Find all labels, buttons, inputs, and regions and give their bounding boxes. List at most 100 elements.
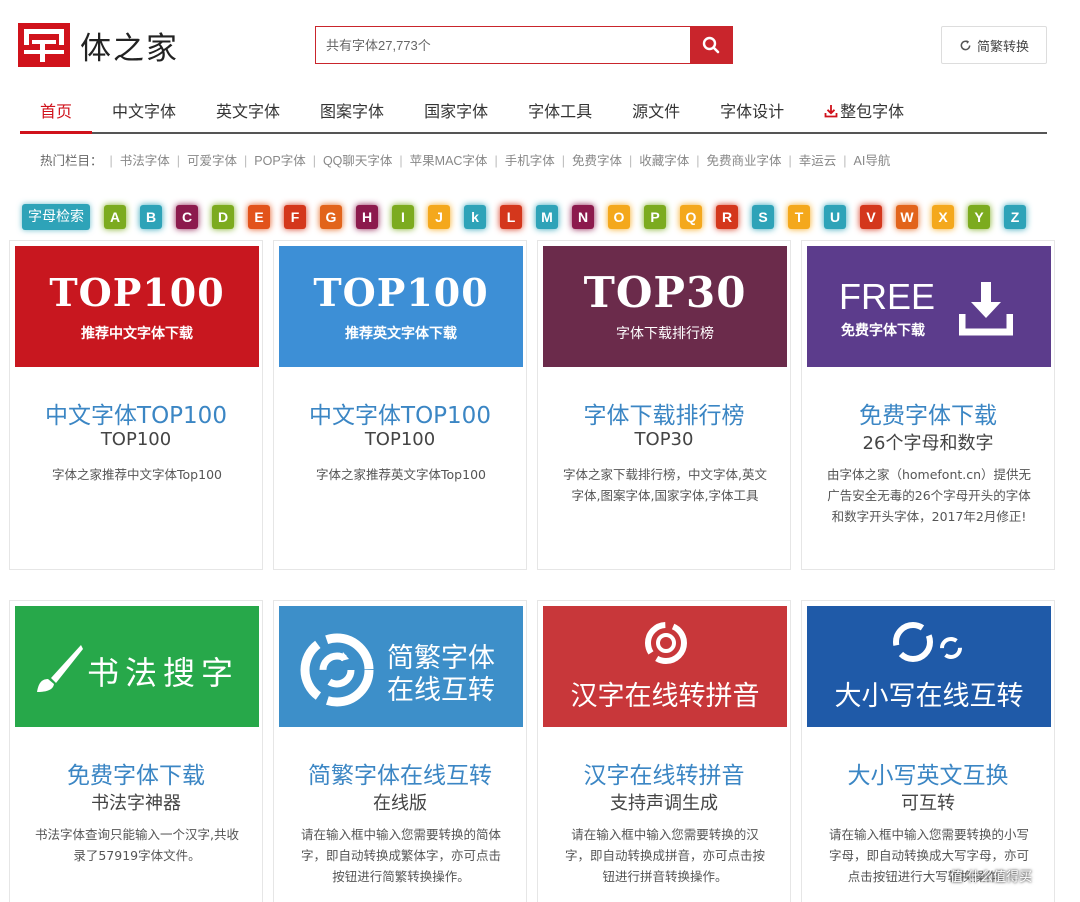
card-banner[interactable]: TOP30 字体下载排行榜 bbox=[543, 246, 787, 367]
hot-link[interactable]: AI导航 bbox=[854, 154, 891, 168]
letter-v-button[interactable]: V bbox=[860, 205, 882, 229]
search-input[interactable] bbox=[316, 27, 690, 63]
hot-link[interactable]: 收藏字体 bbox=[639, 154, 689, 168]
letter-k-button[interactable]: k bbox=[464, 205, 486, 229]
card-banner[interactable]: 书法搜字 bbox=[15, 606, 259, 727]
card-banner[interactable]: 汉字在线转拼音 bbox=[543, 606, 787, 727]
nav-home[interactable]: 首页 bbox=[20, 96, 93, 134]
card-description: 请在输入框中输入您需要转换的汉字，即自动转换成拼音，亦可点击按钮进行拼音转换操作… bbox=[564, 827, 765, 884]
hot-link[interactable]: 苹果MAC字体 bbox=[410, 154, 488, 168]
hot-label: 热门栏目： bbox=[40, 154, 103, 168]
search-icon bbox=[702, 36, 720, 54]
hot-link[interactable]: 免费字体 bbox=[572, 154, 622, 168]
hot-link[interactable]: 手机字体 bbox=[505, 154, 555, 168]
letter-p-button[interactable]: P bbox=[644, 205, 666, 229]
card-pinyin-convert[interactable]: 汉字在线转拼音 汉字在线转拼音 支持声调生成 请在输入框中输入您需要转换的汉字，… bbox=[537, 600, 791, 902]
download-icon bbox=[824, 105, 838, 118]
letter-i-button[interactable]: I bbox=[392, 205, 414, 229]
nav-chinese-fonts[interactable]: 中文字体 bbox=[92, 96, 196, 132]
card-calligraphy-search[interactable]: 书法搜字 免费字体下载 书法字神器 书法字体查询只能输入一个汉字,共收录了579… bbox=[9, 600, 263, 902]
letter-a-button[interactable]: A bbox=[104, 205, 126, 229]
card-subtitle: 可互转 bbox=[901, 793, 955, 814]
banner-caption: 推荐英文字体下载 bbox=[345, 326, 457, 342]
letter-u-button[interactable]: U bbox=[824, 205, 846, 229]
nav-font-design[interactable]: 字体设计 bbox=[700, 96, 804, 132]
card-description: 请在输入框中输入您需要转换的简体字，即自动转换成繁体字，亦可点击按钮进行简繁转换… bbox=[300, 827, 501, 884]
card-title[interactable]: 中文字体TOP100 bbox=[10, 396, 262, 430]
card-subtitle: TOP100 bbox=[364, 429, 436, 450]
card-banner[interactable]: FREE 免费字体下载 bbox=[807, 246, 1051, 367]
letter-g-button[interactable]: G bbox=[320, 205, 342, 229]
card-subtitle: 书法字神器 bbox=[91, 793, 181, 814]
hot-link[interactable]: POP字体 bbox=[254, 154, 305, 168]
site-logo[interactable]: 体之家 bbox=[18, 22, 179, 68]
nav-label: 国家字体 bbox=[424, 102, 489, 121]
banner-caption: 字体下载排行榜 bbox=[616, 326, 714, 342]
card-title[interactable]: 中文字体TOP100 bbox=[274, 396, 526, 430]
nav-source-files[interactable]: 源文件 bbox=[612, 96, 700, 132]
nav-label: 源文件 bbox=[632, 102, 681, 121]
nav-label: 字体设计 bbox=[720, 102, 785, 121]
banner-heading: 大小写在线互转 bbox=[834, 681, 1024, 712]
letter-n-button[interactable]: N bbox=[572, 205, 594, 229]
nav-pattern-fonts[interactable]: 图案字体 bbox=[300, 96, 404, 132]
hot-link[interactable]: 幸运云 bbox=[799, 154, 837, 168]
main-nav: 首页 中文字体 英文字体 图案字体 国家字体 字体工具 源文件 字体设计 整包字… bbox=[20, 96, 1047, 134]
nav-english-fonts[interactable]: 英文字体 bbox=[196, 96, 300, 132]
letter-b-button[interactable]: B bbox=[140, 205, 162, 229]
letter-index-label: 字母检索 bbox=[22, 204, 90, 230]
hot-links: 热门栏目： | 书法字体 | 可爱字体 | POP字体 | QQ聊天字体 | 苹果MAC字体 | 手机字… bbox=[40, 154, 891, 168]
letter-x-button[interactable]: X bbox=[932, 205, 954, 229]
card-simplified-traditional[interactable]: 简繁字体 在线互转 简繁字体在线互转 在线版 请在输入框中输入您需要转换的简体字… bbox=[273, 600, 527, 902]
download-icon bbox=[959, 282, 1013, 336]
card-free-fonts[interactable]: FREE 免费字体下载 免费字体下载 26个字母和数字 由字体之家（homefo… bbox=[801, 240, 1055, 570]
card-download-ranking[interactable]: TOP30 字体下载排行榜 字体下载排行榜 TOP30 字体之家下载排行榜，中文… bbox=[537, 240, 791, 570]
card-english-top100[interactable]: TOP100 推荐英文字体下载 中文字体TOP100 TOP100 字体之家推荐… bbox=[273, 240, 527, 570]
card-banner[interactable]: TOP100 推荐英文字体下载 bbox=[279, 246, 523, 367]
letter-s-button[interactable]: S bbox=[752, 205, 774, 229]
letter-h-button[interactable]: H bbox=[356, 205, 378, 229]
letter-d-button[interactable]: D bbox=[212, 205, 234, 229]
letter-r-button[interactable]: R bbox=[716, 205, 738, 229]
refresh-circle-icon bbox=[300, 633, 374, 707]
letter-c-button[interactable]: C bbox=[176, 205, 198, 229]
card-title[interactable]: 汉字在线转拼音 bbox=[538, 756, 790, 790]
hot-link[interactable]: QQ聊天字体 bbox=[323, 154, 392, 168]
search-button[interactable] bbox=[690, 27, 732, 63]
banner-heading: TOP100 bbox=[313, 270, 489, 315]
nav-font-tools[interactable]: 字体工具 bbox=[508, 96, 612, 132]
card-subtitle: TOP100 bbox=[100, 429, 172, 450]
letter-z-button[interactable]: Z bbox=[1004, 205, 1026, 229]
simplified-traditional-button[interactable]: 简繁转换 bbox=[941, 26, 1047, 64]
hot-link[interactable]: 书法字体 bbox=[120, 154, 170, 168]
letter-l-button[interactable]: L bbox=[500, 205, 522, 229]
letter-w-button[interactable]: W bbox=[896, 205, 918, 229]
card-case-convert[interactable]: 大小写在线互转 大小写英文互换 可互转 请在输入框中输入您需要转换的小写字母，即… bbox=[801, 600, 1055, 902]
card-banner[interactable]: TOP100 推荐中文字体下载 bbox=[15, 246, 259, 367]
card-title[interactable]: 免费字体下载 bbox=[10, 756, 262, 790]
banner-heading: 汉字在线转拼音 bbox=[570, 681, 760, 712]
nav-bundle-fonts[interactable]: 整包字体 bbox=[804, 96, 924, 132]
card-title[interactable]: 大小写英文互换 bbox=[802, 756, 1054, 790]
letter-e-button[interactable]: E bbox=[248, 205, 270, 229]
card-title[interactable]: 简繁字体在线互转 bbox=[274, 756, 526, 790]
letter-o-button[interactable]: O bbox=[608, 205, 630, 229]
card-subtitle: 在线版 bbox=[373, 793, 427, 814]
circle-arrows-icon bbox=[893, 622, 962, 662]
card-subtitle: TOP30 bbox=[634, 429, 694, 450]
card-banner[interactable]: 简繁字体 在线互转 bbox=[279, 606, 523, 727]
letter-q-button[interactable]: Q bbox=[680, 205, 702, 229]
card-title[interactable]: 字体下载排行榜 bbox=[538, 396, 790, 430]
letter-y-button[interactable]: Y bbox=[968, 205, 990, 229]
hot-link[interactable]: 免费商业字体 bbox=[706, 154, 781, 168]
card-chinese-top100[interactable]: TOP100 推荐中文字体下载 中文字体TOP100 TOP100 字体之家推荐… bbox=[9, 240, 263, 570]
card-title[interactable]: 免费字体下载 bbox=[802, 396, 1054, 430]
card-subtitle: 26个字母和数字 bbox=[862, 433, 994, 454]
letter-j-button[interactable]: J bbox=[428, 205, 450, 229]
letter-t-button[interactable]: T bbox=[788, 205, 810, 229]
card-banner[interactable]: 大小写在线互转 bbox=[807, 606, 1051, 727]
letter-f-button[interactable]: F bbox=[284, 205, 306, 229]
nav-country-fonts[interactable]: 国家字体 bbox=[404, 96, 508, 132]
hot-link[interactable]: 可爱字体 bbox=[187, 154, 237, 168]
letter-m-button[interactable]: M bbox=[536, 205, 558, 229]
